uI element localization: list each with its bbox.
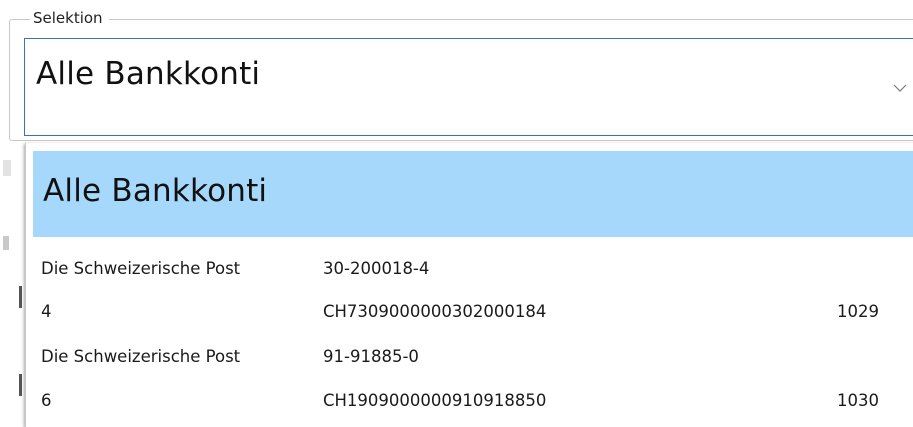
dropdown-option-all-accounts[interactable]: Alle Bankkonti	[33, 151, 913, 237]
dropdown-option-account[interactable]: Die Schweizerische Post 91-91885-0 6 CH1…	[26, 338, 913, 427]
account-id: 6	[41, 391, 52, 410]
dropdown-option-label: Alle Bankkonti	[43, 173, 268, 209]
background-grid-fragment	[19, 374, 22, 396]
background-grid-fragment	[3, 160, 11, 176]
account-number: 30-200018-4	[323, 259, 430, 278]
account-id: 4	[41, 302, 52, 321]
chevron-down-icon[interactable]	[891, 79, 909, 92]
account-iban: CH1909000000910918850	[323, 391, 547, 410]
account-bank-name: Die Schweizerische Post	[41, 347, 241, 366]
bank-account-combobox[interactable]: Alle Bankkonti	[24, 38, 913, 136]
account-code: 1029	[837, 302, 879, 321]
selection-group-label: Selektion	[30, 8, 109, 28]
combobox-selected-value: Alle Bankkonti	[36, 56, 261, 92]
background-grid-fragment	[19, 286, 22, 308]
dropdown-option-account[interactable]: Die Schweizerische Post 30-200018-4 4 CH…	[26, 251, 913, 343]
account-bank-name: Die Schweizerische Post	[41, 259, 241, 278]
account-iban: CH7309000000302000184	[323, 302, 547, 321]
screen: Selektion Alle Bankkonti Alle Bankkonti …	[0, 0, 913, 427]
background-grid-fragment	[3, 236, 9, 250]
account-code: 1030	[837, 391, 879, 410]
account-number: 91-91885-0	[323, 347, 419, 366]
dropdown-popup: Alle Bankkonti Die Schweizerische Post 3…	[25, 143, 913, 427]
